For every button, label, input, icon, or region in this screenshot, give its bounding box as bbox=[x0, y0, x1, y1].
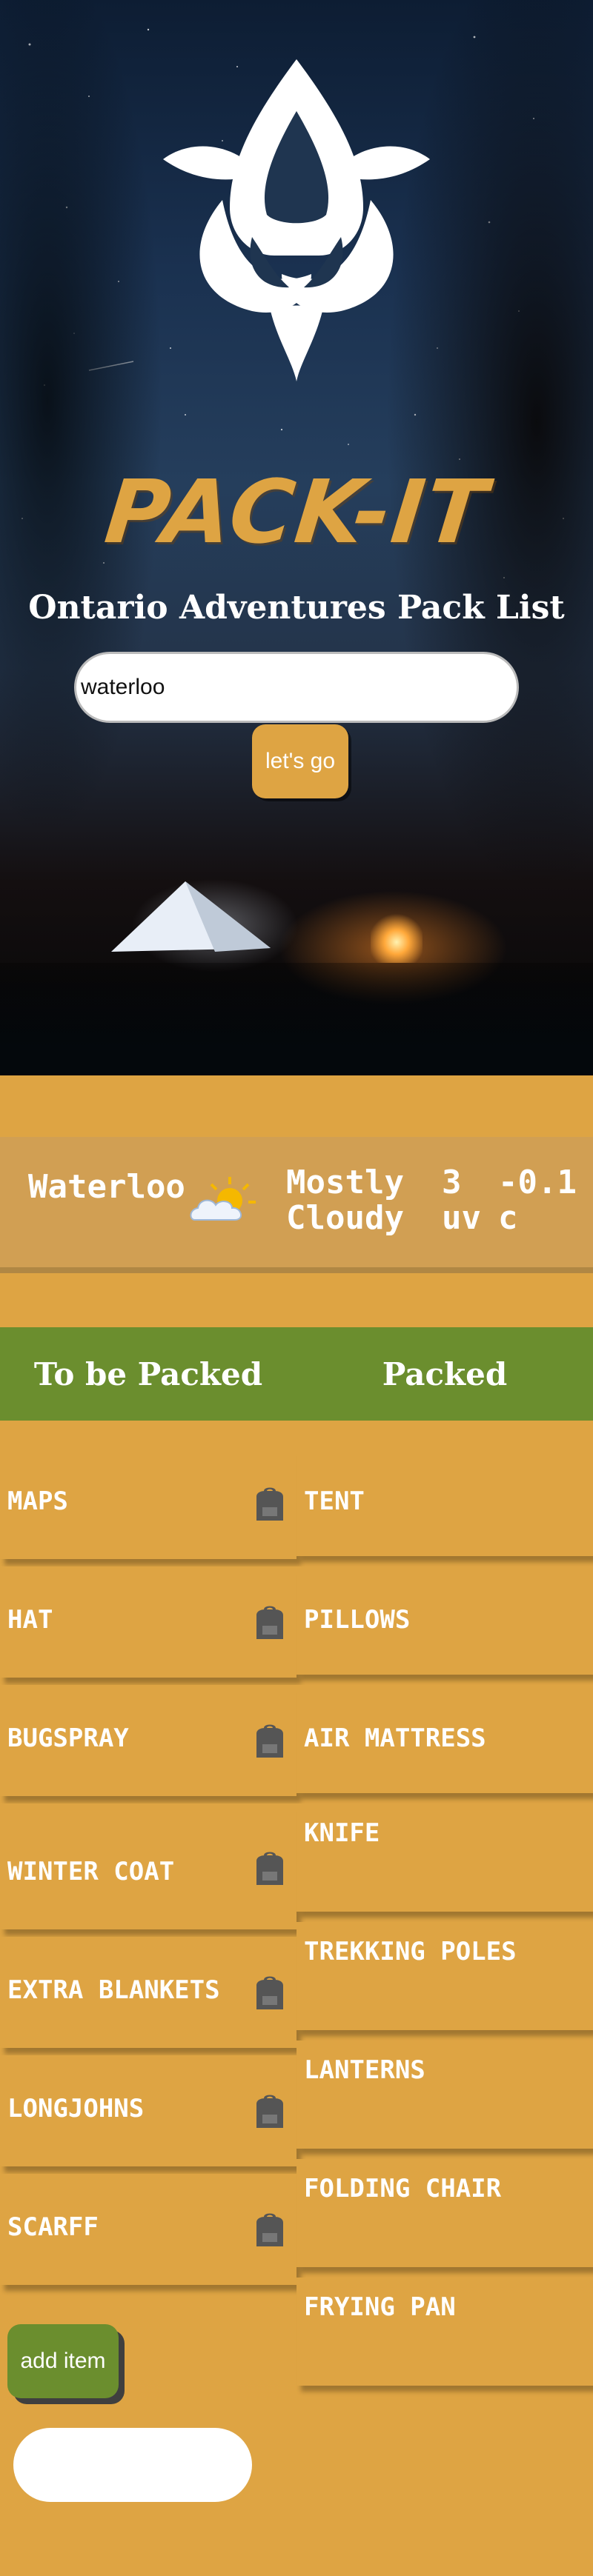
weather-city: Waterloo bbox=[28, 1168, 185, 1206]
item-label: FRYING PAN bbox=[304, 2292, 456, 2322]
item-label: TENT bbox=[304, 1486, 365, 1516]
partly-cloudy-icon bbox=[190, 1177, 256, 1221]
app-logo-text: PACK-IT bbox=[100, 461, 493, 563]
hero-banner: PACK-IT Ontario Adventures Pack List wat… bbox=[0, 0, 593, 1075]
weather-card: Waterloo Mostly Cloudy 3 uv -0.1 c bbox=[0, 1137, 593, 1267]
item-label: AIR MATTRESS bbox=[304, 1724, 486, 1753]
backpack-icon[interactable] bbox=[252, 2211, 288, 2248]
list-item[interactable]: AIR MATTRESS bbox=[296, 1685, 593, 1793]
item-label: HAT bbox=[7, 1605, 53, 1635]
ground bbox=[0, 963, 593, 1075]
item-label: KNIFE bbox=[304, 1818, 380, 1848]
list-item[interactable]: FOLDING CHAIR bbox=[296, 2159, 593, 2267]
item-label: SCARFF bbox=[7, 2212, 99, 2242]
trillium-logo bbox=[163, 59, 430, 381]
backpack-icon[interactable] bbox=[252, 1849, 288, 1886]
list-item[interactable]: FRYING PAN bbox=[296, 2278, 593, 2386]
list-item[interactable]: KNIFE bbox=[296, 1803, 593, 1912]
list-item[interactable]: SCARFF bbox=[0, 2174, 296, 2285]
add-item-button[interactable]: add item bbox=[7, 2324, 119, 2398]
item-label: TREKKING POLES bbox=[304, 1937, 517, 1966]
backpack-icon[interactable] bbox=[252, 2092, 288, 2129]
list-item[interactable]: LANTERNS bbox=[296, 2041, 593, 2149]
item-label: PILLOWS bbox=[304, 1605, 411, 1635]
tab-packed[interactable]: Packed bbox=[296, 1327, 593, 1421]
tab-to-be-packed[interactable]: To be Packed bbox=[0, 1327, 296, 1421]
packed-list: TENT PILLOWS AIR MATTRESS KNIFE TREKKING… bbox=[296, 1448, 593, 2396]
list-item[interactable]: WINTER COAT bbox=[0, 1803, 296, 1929]
backpack-icon[interactable] bbox=[252, 1485, 288, 1522]
item-label: EXTRA BLANKETS bbox=[7, 1975, 220, 2005]
backpack-icon[interactable] bbox=[252, 1974, 288, 2011]
list-item[interactable]: HAT bbox=[0, 1566, 296, 1678]
list-item[interactable]: TREKKING POLES bbox=[296, 1922, 593, 2030]
item-label: LANTERNS bbox=[304, 2055, 425, 2085]
item-label: LONGJOHNS bbox=[7, 2094, 145, 2123]
tent-illustration bbox=[111, 881, 271, 952]
list-item[interactable]: BUGSPRAY bbox=[0, 1685, 296, 1796]
location-search-input[interactable]: waterloo bbox=[74, 652, 519, 723]
list-item[interactable]: PILLOWS bbox=[296, 1566, 593, 1675]
list-item[interactable]: MAPS bbox=[0, 1448, 296, 1559]
weather-temperature: -0.1 c bbox=[498, 1164, 577, 1237]
page-subtitle: Ontario Adventures Pack List bbox=[28, 589, 565, 627]
item-label: FOLDING CHAIR bbox=[304, 2174, 502, 2203]
list-item[interactable]: TENT bbox=[296, 1448, 593, 1556]
list-tabs: To be Packed Packed bbox=[0, 1327, 593, 1421]
lets-go-button[interactable]: let's go bbox=[252, 724, 348, 798]
list-item[interactable]: EXTRA BLANKETS bbox=[0, 1937, 296, 2048]
new-item-input[interactable] bbox=[13, 2428, 252, 2502]
list-item[interactable]: LONGJOHNS bbox=[0, 2055, 296, 2166]
to-be-packed-list: MAPS HAT BUGSPRAY WINTER COAT EXTRA BLAN… bbox=[0, 1448, 296, 2292]
weather-uv: 3 uv bbox=[442, 1164, 481, 1237]
item-label: WINTER COAT bbox=[7, 1857, 175, 1886]
weather-condition: Mostly Cloudy bbox=[286, 1164, 404, 1237]
campfire bbox=[371, 911, 423, 963]
backpack-icon[interactable] bbox=[252, 1722, 288, 1759]
item-label: BUGSPRAY bbox=[7, 1724, 129, 1753]
item-label: MAPS bbox=[7, 1486, 68, 1516]
backpack-icon[interactable] bbox=[252, 1604, 288, 1641]
